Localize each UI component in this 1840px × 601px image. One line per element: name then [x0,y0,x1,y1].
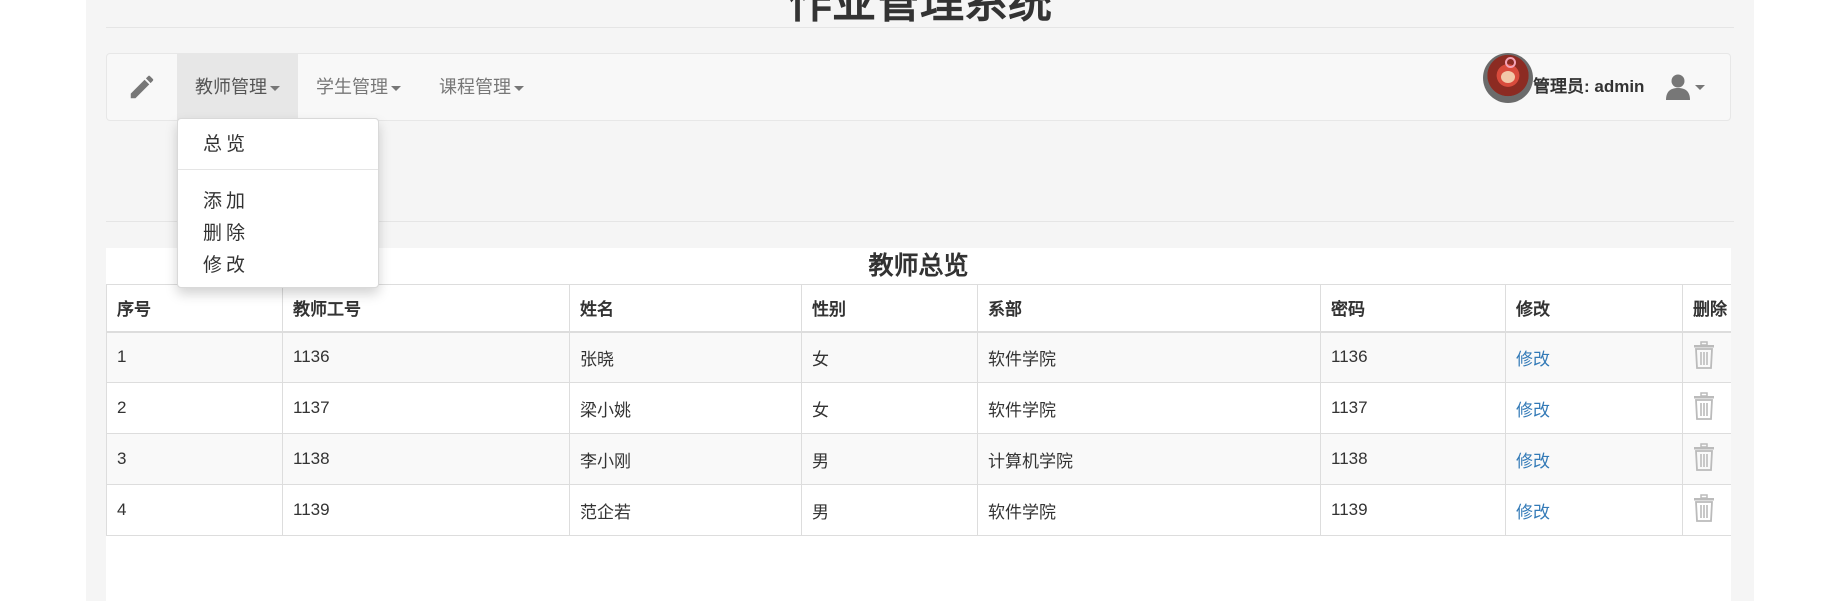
user-icon [1666,74,1690,100]
nav-course-label: 课程管理 [439,77,511,97]
admin-label: 管理员: admin [1533,77,1645,96]
cell-delete [1682,433,1731,485]
brand[interactable] [107,54,177,120]
chevron-down-icon [514,85,524,91]
cell-department: 软件学院 [977,331,1321,383]
trash-icon[interactable] [1693,493,1715,527]
cell-teacher-id: 1139 [282,484,570,536]
cell-name: 梁小姚 [569,382,802,434]
nav-teacher-label: 教师管理 [195,77,267,97]
cell-department: 软件学院 [977,382,1321,434]
page-container: 作业管理系统 教师管理 学生管理 课程管理 管理员: admin 教师总览 序号… [86,0,1754,601]
nav-teacher-management[interactable]: 教师管理 [177,54,298,120]
cell-department: 计算机学院 [977,433,1321,485]
user-menu-toggle[interactable] [1665,54,1715,120]
cell-delete [1682,331,1731,383]
teacher-dropdown-menu: 总览 添加 删除 修改 [177,118,379,288]
edit-link[interactable]: 修改 [1516,503,1550,522]
menu-item-delete[interactable]: 删除 [203,218,249,245]
cell-edit: 修改 [1505,484,1683,536]
column-header: 系部 [977,284,1321,333]
cell-teacher-id: 1136 [282,331,570,383]
cell-password: 1138 [1320,433,1506,485]
column-header: 教师工号 [282,284,570,333]
cell-gender: 男 [801,433,978,485]
trash-icon[interactable] [1693,442,1715,476]
page-title: 作业管理系统 [788,0,1052,27]
cell-gender: 女 [801,382,978,434]
table-header-row: 序号 教师工号 姓名 性别 系部 密码 修改 删除 [106,284,1731,333]
cell-delete [1682,382,1731,434]
table-row: 1 1136 张晓 女 软件学院 1136 修改 [106,331,1731,383]
chevron-down-icon [270,85,280,91]
column-header: 修改 [1505,284,1683,333]
trash-icon[interactable] [1693,341,1715,374]
cell-password: 1136 [1320,331,1506,383]
column-header: 姓名 [569,284,802,333]
cell-index: 1 [106,331,283,383]
cell-password: 1139 [1320,484,1506,536]
table-row: 4 1139 范企若 男 软件学院 1139 修改 [106,484,1731,536]
column-header: 删除 [1682,284,1731,333]
cell-teacher-id: 1137 [282,382,570,434]
cell-gender: 女 [801,331,978,383]
nav-student-label: 学生管理 [316,77,388,97]
menu-item-overview[interactable]: 总览 [203,129,249,156]
column-header: 性别 [801,284,978,333]
cell-index: 3 [106,433,283,485]
nav-student-management[interactable]: 学生管理 [298,54,421,120]
menu-item-add[interactable]: 添加 [203,186,249,213]
edit-link[interactable]: 修改 [1516,401,1550,420]
cell-gender: 男 [801,484,978,536]
teacher-table: 序号 教师工号 姓名 性别 系部 密码 修改 删除 1 1136 张晓 女 软件… [106,284,1731,536]
chevron-down-icon [391,85,401,91]
chevron-down-icon [1695,84,1705,90]
cell-teacher-id: 1138 [282,433,570,485]
cell-edit: 修改 [1505,433,1683,485]
cell-index: 2 [106,382,283,434]
cell-name: 李小刚 [569,433,802,485]
navbar: 教师管理 学生管理 课程管理 管理员: admin [106,53,1731,121]
cell-edit: 修改 [1505,382,1683,434]
pencil-icon [130,75,154,99]
trash-icon[interactable] [1693,391,1715,425]
cell-delete [1682,484,1731,536]
cell-department: 软件学院 [977,484,1321,536]
edit-link[interactable]: 修改 [1516,452,1550,471]
cell-edit: 修改 [1505,331,1683,383]
cell-password: 1137 [1320,382,1506,434]
nav-course-management[interactable]: 课程管理 [421,54,544,120]
title-divider [106,27,1734,28]
menu-item-edit[interactable]: 修改 [203,250,249,277]
table-row: 3 1138 李小刚 男 计算机学院 1138 修改 [106,433,1731,485]
cell-name: 范企若 [569,484,802,536]
cell-index: 4 [106,484,283,536]
column-header: 密码 [1320,284,1506,333]
avatar [1483,53,1533,103]
cell-name: 张晓 [569,331,802,383]
table-row: 2 1137 梁小姚 女 软件学院 1137 修改 [106,382,1731,434]
teacher-overview-panel: 教师总览 序号 教师工号 姓名 性别 系部 密码 修改 删除 1 1136 张晓… [106,248,1731,601]
edit-link[interactable]: 修改 [1516,350,1550,369]
menu-divider [178,169,378,170]
column-header: 序号 [106,284,283,333]
